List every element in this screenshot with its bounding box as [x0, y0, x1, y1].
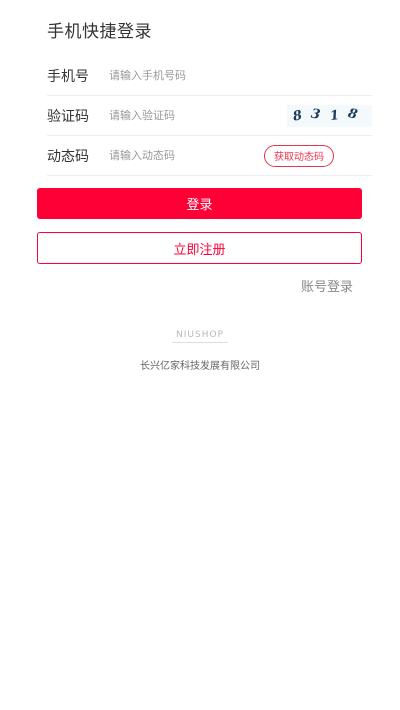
page-title: 手机快捷登录 [47, 22, 152, 42]
phone-input[interactable] [109, 60, 372, 91]
login-form: 手机号 验证码 8 3 1 8 动态码 获取动态码 [47, 56, 372, 176]
captcha-row: 验证码 8 3 1 8 [47, 96, 372, 136]
brand-logo-text: NIUSHOP [176, 330, 224, 340]
footer-brand: NIUSHOP 长兴亿家科技发展有限公司 [0, 322, 400, 372]
captcha-char: 8 [346, 106, 368, 125]
brand-logo: NIUSHOP [172, 330, 228, 347]
dynamic-code-label: 动态码 [47, 148, 89, 165]
captcha-input[interactable] [109, 100, 287, 131]
phone-row: 手机号 [47, 56, 372, 96]
captcha-char: 3 [310, 106, 331, 125]
account-login-link[interactable]: 账号登录 [301, 276, 353, 295]
captcha-char: 1 [328, 106, 349, 125]
company-name: 长兴亿家科技发展有限公司 [140, 361, 260, 372]
captcha-label: 验证码 [47, 108, 89, 125]
register-button[interactable]: 立即注册 [37, 232, 362, 264]
dynamic-code-row: 动态码 获取动态码 [47, 136, 372, 176]
brand-logo-divider [172, 342, 228, 343]
phone-label: 手机号 [47, 68, 89, 85]
login-button[interactable]: 登录 [37, 188, 362, 219]
get-dynamic-code-button[interactable]: 获取动态码 [264, 144, 334, 167]
captcha-image[interactable]: 8 3 1 8 [287, 104, 372, 127]
dynamic-code-input[interactable] [109, 140, 264, 171]
login-page: 手机快捷登录 手机号 验证码 8 3 1 8 动态码 获取动态码 登录 立即注册… [0, 0, 400, 710]
